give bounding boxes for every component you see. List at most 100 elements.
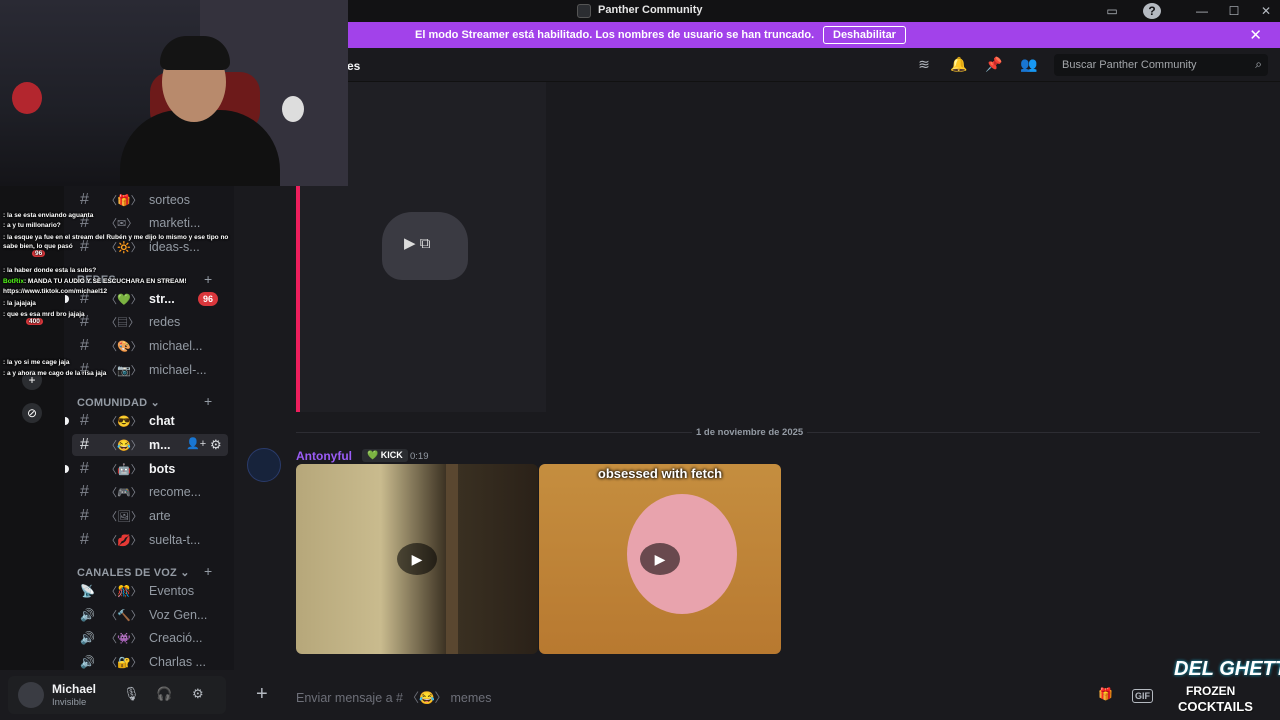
chat-line: : a y tu millonario? [3,222,61,229]
chat-line: : la jajajaja [3,300,36,307]
add-channel-icon[interactable]: + [204,393,212,409]
channel-memes[interactable]: # 〈😂〉 m... 👤+ ⚙ [72,434,228,456]
hash-icon: # [80,531,89,548]
channel-arte[interactable]: # 〈🖼〉 arte [72,505,228,527]
brand-line-3: COCKTAILS [1178,699,1253,714]
channel-suelta[interactable]: # 〈💋〉 suelta-t... [72,529,228,551]
search-input[interactable]: Buscar Panther Community ⌕ [1054,54,1268,76]
microphone-icon[interactable]: 🎙 [123,686,140,702]
search-icon: ⌕ [1255,57,1262,71]
voice-channel-creacion[interactable]: 🔊 〈👾〉 Creació... [72,627,228,649]
headset-icon[interactable]: 🎧 [156,686,172,702]
inbox-icon[interactable]: ▭ [1102,2,1122,20]
voice-channel-general[interactable]: 🔊 〈🔨〉 Voz Gen... [72,604,228,626]
streamer-body [120,110,280,186]
minimize-button[interactable]: — [1192,2,1212,20]
username: Michael [52,682,97,696]
hash-icon: # [80,507,89,524]
channel-label: chat [149,414,175,428]
channel-emoji: 〈😂〉 [106,440,142,452]
speaker-icon: 🔊 [80,608,95,622]
chat-line: : que es esa mrd bro jajaja [3,311,85,318]
message-author[interactable]: Antonyful [296,449,352,463]
play-icon[interactable]: ▶ ⧉ [404,234,430,252]
channel-label: suelta-t... [149,533,201,547]
voice-channel-eventos[interactable]: 📡 〈🎊〉 Eventos [72,580,228,602]
channel-header: es ≋ 🔔 📌 👥 Buscar Panther Community ⌕ [234,48,1280,82]
gift-icon[interactable]: 🎁 [1098,687,1113,701]
hash-icon: # [80,460,89,477]
category-label: COMUNIDAD [77,397,148,409]
channel-recomendaciones[interactable]: # 〈🎮〉 recome... [72,481,228,503]
user-panel: Michael Invisible 🎙 🎧 ⚙ [8,676,226,714]
help-icon[interactable]: ? [1143,3,1161,19]
chevron-down-icon: ⌄ [180,567,190,579]
avatar[interactable] [18,682,44,708]
video-frame [446,464,458,654]
brand-logo: DEL GHETTO FROZEN COCKTAILS [1172,652,1280,718]
hash-icon: # [80,412,89,429]
video-attachment[interactable]: ▶ [296,464,538,654]
author-avatar[interactable] [247,448,281,482]
play-icon[interactable]: ▶ [397,543,437,575]
banner-message: El modo Streamer está habilitado. Los no… [415,29,815,41]
channel-bots[interactable]: # 〈🤖〉 bots [65,458,228,480]
channel-title: es [347,59,361,73]
play-icon[interactable]: ▶ [640,543,680,575]
pin-icon[interactable]: 📌 [985,56,1003,74]
speaker-icon: 🔊 [80,655,95,669]
channel-emoji: 〈👾〉 [106,633,142,645]
invite-icon[interactable]: 👤+ [186,437,206,450]
chat-line: : a y ahora me cago de la risa jaja [3,370,107,377]
members-icon[interactable]: 👥 [1020,56,1038,74]
channel-label: m... [149,438,171,452]
maximize-button[interactable]: ☐ [1224,2,1244,20]
voice-channel-charlas[interactable]: 🔊 〈🔐〉 Charlas ... [72,651,228,673]
chat-line: : la haber donde esta la subs? [3,267,97,274]
chat-line: BotRix: MANDA TU AUDIO Y SE ESCUCHARA EN… [3,278,187,285]
channel-chat[interactable]: # 〈😎〉 chat [65,410,228,432]
video-attachment[interactable]: obsessed with fetch ▶ [539,464,781,654]
threads-icon[interactable]: ≋ [915,56,933,74]
channel-label: Creació... [149,631,203,645]
channel-label: arte [149,509,171,523]
close-window-button[interactable]: ✕ [1256,2,1276,20]
hash-icon: # [80,436,89,453]
bell-icon[interactable]: 🔔 [950,56,968,74]
brand-line-2: FROZEN [1186,684,1236,698]
add-channel-icon[interactable]: + [204,563,212,579]
chat-line: : la yo si me cage jaja [3,359,70,366]
webcam-overlay [0,0,348,186]
date-divider: 1 de noviembre de 2025 [692,427,808,438]
channel-label: recome... [149,485,202,499]
discover-icon[interactable]: ⊘ [22,403,42,423]
channel-emoji: 〈🎊〉 [106,586,142,598]
close-icon[interactable]: ✕ [1249,26,1262,44]
channel-emoji: 〈🎮〉 [106,487,142,499]
category-comunidad[interactable]: COMUNIDAD ⌄ [77,396,160,409]
gif-button[interactable]: GIF [1132,689,1153,703]
window-title: Panther Community [598,4,703,16]
unread-indicator [65,417,69,425]
app-icon [577,4,591,18]
channel-label: Charlas ... [149,655,206,669]
chevron-down-icon: ⌄ [150,397,160,409]
brand-line-1: DEL GHETTO [1174,658,1280,680]
gear-icon[interactable]: ⚙ [192,686,204,702]
stream-chat-overlay: : la se esta enviando aguanta : a y tu m… [0,186,260,380]
category-voz[interactable]: CANALES DE VOZ ⌄ [77,566,190,579]
gear-icon[interactable]: ⚙ [210,437,222,453]
stage-icon: 📡 [80,584,95,598]
message-input[interactable]: Enviar mensaje a # 〈😂〉 memes [296,687,492,706]
ghost-figure [282,96,304,122]
chat-badge: 96 [32,250,46,257]
video-caption: obsessed with fetch [597,466,723,481]
channel-label: Eventos [149,584,195,598]
disable-streamer-button[interactable]: Deshabilitar [823,26,906,44]
hash-icon: # [80,483,89,500]
channel-emoji: 〈😎〉 [106,416,142,428]
streamer-hair [160,36,230,70]
channel-emoji: 〈💋〉 [106,535,142,547]
attach-icon[interactable]: + [256,683,268,706]
category-label: CANALES DE VOZ [77,567,177,579]
